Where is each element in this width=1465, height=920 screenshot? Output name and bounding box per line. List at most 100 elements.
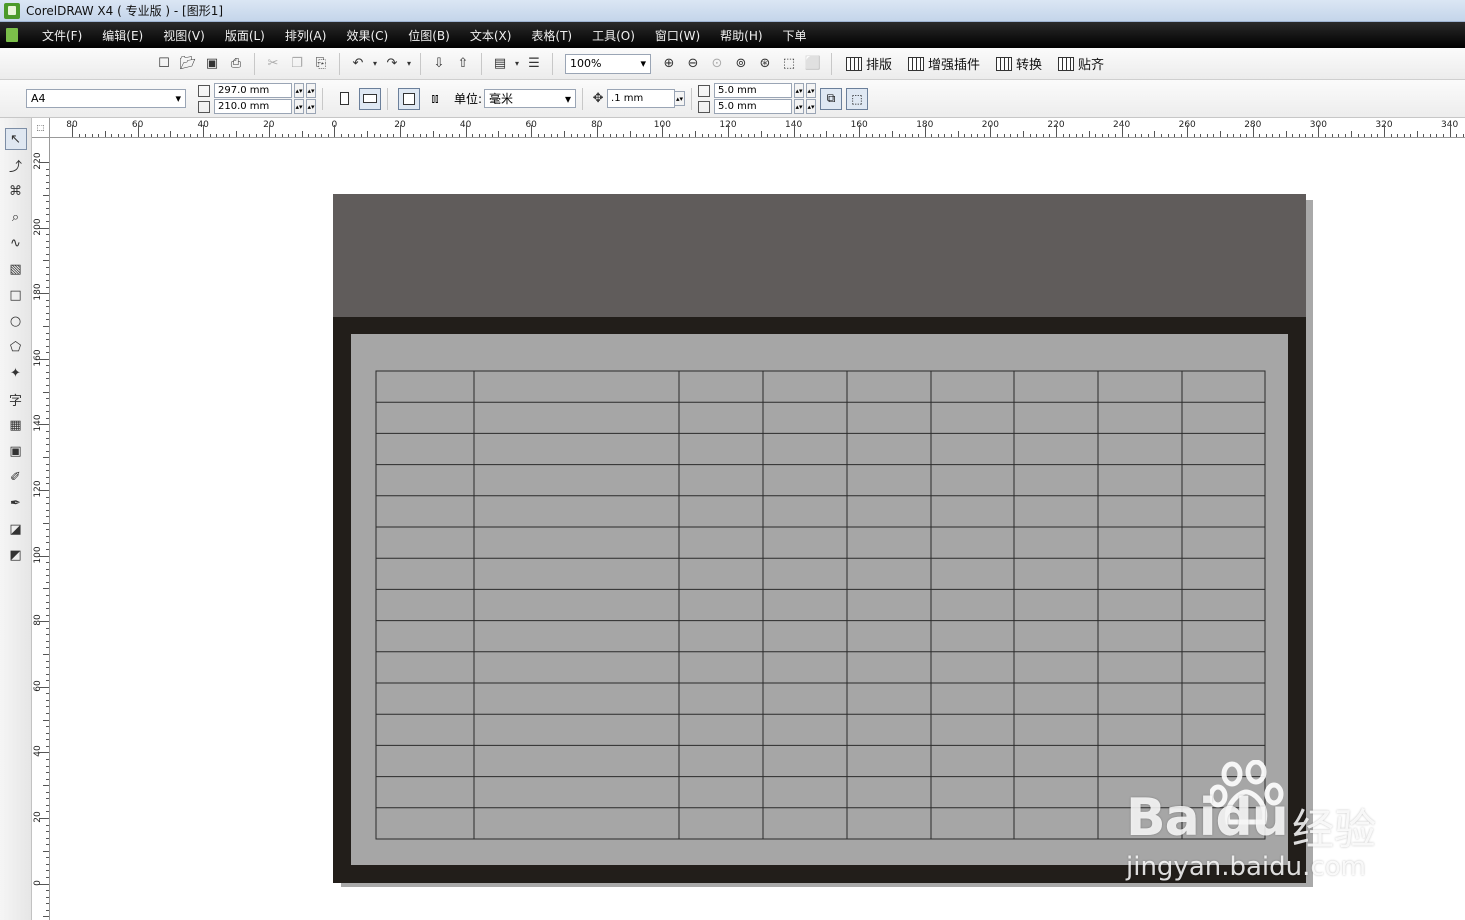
drawing-canvas[interactable] <box>51 139 1465 920</box>
page-height-field[interactable]: 210.0 mm <box>214 99 292 114</box>
nudge-spinner-icon[interactable]: ▴▾ <box>675 91 686 106</box>
outline-tool-icon[interactable]: ✒ <box>5 492 27 514</box>
layout-button[interactable]: 排版 <box>838 52 900 76</box>
smart-fill-tool-icon[interactable]: ▧ <box>5 258 27 280</box>
height-lock-icon[interactable]: ▴▾ <box>306 99 316 114</box>
ellipse-tool-icon[interactable]: ○ <box>5 310 27 332</box>
object-bbox-button[interactable]: ⬚ <box>846 87 869 110</box>
redo-icon[interactable]: ↷ <box>380 52 404 76</box>
menu-arrange[interactable]: 排列(A) <box>275 27 337 44</box>
vertical-ruler[interactable]: 220 200 180 160 140 120 100 80 60 40 20 0 <box>32 138 50 920</box>
new-document-icon[interactable]: ☐ <box>152 52 176 76</box>
ruler-tick <box>1010 134 1012 137</box>
table-grid[interactable] <box>375 370 1266 840</box>
menu-view[interactable]: 视图(V) <box>153 27 215 44</box>
menu-text[interactable]: 文本(X) <box>460 27 522 44</box>
landscape-button[interactable] <box>359 87 381 110</box>
print-icon[interactable]: ⎙ <box>224 52 248 76</box>
zoom-selected-icon[interactable]: ⊙ <box>705 52 729 76</box>
width-spinner-icon[interactable]: ▴▾ <box>294 83 304 98</box>
undo-dropdown-icon[interactable]: ▾ <box>370 59 380 68</box>
ruler-tick <box>43 391 49 393</box>
enhance-plugin-button[interactable]: 增强插件 <box>900 52 988 76</box>
zoom-level-select[interactable]: 100% ▾ <box>565 53 651 74</box>
ruler-tick <box>275 134 277 137</box>
interactive-fill-tool-icon[interactable]: ◩ <box>5 544 27 566</box>
rectangle-tool-icon[interactable]: □ <box>5 284 27 306</box>
toolbar-separator <box>582 87 584 110</box>
width-lock-icon[interactable]: ▴▾ <box>306 83 316 98</box>
ruler-tick <box>465 125 467 137</box>
menu-window[interactable]: 窗口(W) <box>645 27 710 44</box>
paper-size-select[interactable]: A4 ▾ <box>26 89 186 108</box>
convert-button[interactable]: 转换 <box>988 52 1050 76</box>
fill-tool-icon[interactable]: ◪ <box>5 518 27 540</box>
menu-order[interactable]: 下单 <box>773 27 817 44</box>
duplicate-x-spinner-icon[interactable]: ▴▾ <box>794 83 805 98</box>
duplicate-y-field[interactable]: 5.0 mm <box>714 99 793 114</box>
ruler-tick <box>46 772 49 774</box>
page-width-field[interactable]: 297.0 mm <box>214 83 292 98</box>
duplicate-x-field[interactable]: 5.0 mm <box>714 83 793 98</box>
portrait-button[interactable] <box>333 88 355 110</box>
open-folder-icon[interactable]: 📂︎ <box>176 52 200 76</box>
eyedropper-tool-icon[interactable]: ✐ <box>5 466 27 488</box>
ruler-tick <box>1265 134 1267 137</box>
snap-button[interactable]: 贴齐 <box>1050 52 1112 76</box>
zoom-all-objects-icon[interactable]: ⊚ <box>729 52 753 76</box>
application-launcher-icon[interactable]: ▤ <box>488 52 512 76</box>
zoom-page-height-icon[interactable]: ⬜ <box>801 52 825 76</box>
ruler-tick <box>222 134 224 137</box>
zoom-tool-icon[interactable]: ⌕ <box>5 206 27 228</box>
welcome-screen-icon[interactable]: ☰ <box>522 52 546 76</box>
ruler-tick <box>46 266 49 268</box>
text-tool-icon[interactable]: 字 <box>5 388 27 410</box>
ruler-tick <box>46 739 49 741</box>
undo-icon[interactable]: ↶ <box>346 52 370 76</box>
zoom-page-width-icon[interactable]: ⬚ <box>777 52 801 76</box>
launcher-dropdown-icon[interactable]: ▾ <box>512 59 522 68</box>
duplicate-x-lock-icon[interactable]: ▴▾ <box>806 83 817 98</box>
treat-as-filled-button[interactable]: ⧉ <box>820 87 843 110</box>
freehand-tool-icon[interactable]: ∿ <box>5 232 27 254</box>
ruler-tick <box>426 134 428 137</box>
paste-icon[interactable]: ⎘ <box>309 52 333 76</box>
current-page-button[interactable]: ⫾⫾ <box>424 88 446 110</box>
polygon-tool-icon[interactable]: ⬠ <box>5 336 27 358</box>
header-rectangle[interactable] <box>333 194 1306 317</box>
menu-bitmaps[interactable]: 位图(B) <box>398 27 460 44</box>
duplicate-y-spinner-icon[interactable]: ▴▾ <box>794 99 805 114</box>
save-icon[interactable]: ▣ <box>200 52 224 76</box>
zoom-out-icon[interactable]: ⊖ <box>681 52 705 76</box>
ruler-tick <box>46 253 49 255</box>
horizontal-ruler[interactable]: 8060402002040608010012014016018020022024… <box>50 118 1465 138</box>
interactive-blend-tool-icon[interactable]: ▣ <box>5 440 27 462</box>
redo-dropdown-icon[interactable]: ▾ <box>404 59 414 68</box>
pick-tool-icon[interactable]: ↖ <box>4 128 27 150</box>
menu-table[interactable]: 表格(T) <box>521 27 582 44</box>
ruler-origin-icon[interactable]: ⬚ <box>32 118 50 138</box>
menu-effects[interactable]: 效果(C) <box>336 27 398 44</box>
menu-layout[interactable]: 版面(L) <box>215 27 275 44</box>
shape-tool-icon[interactable]: ⤴ <box>5 154 27 176</box>
zoom-page-icon[interactable]: ⊛ <box>753 52 777 76</box>
import-icon[interactable]: ⇩ <box>427 52 451 76</box>
basic-shapes-tool-icon[interactable]: ✦ <box>5 362 27 384</box>
cut-icon[interactable]: ✂ <box>261 52 285 76</box>
menu-tools[interactable]: 工具(O) <box>582 27 645 44</box>
crop-tool-icon[interactable]: ⌘ <box>5 180 27 202</box>
menu-help[interactable]: 帮助(H) <box>710 27 772 44</box>
zoom-in-icon[interactable]: ⊕ <box>657 52 681 76</box>
all-pages-button[interactable] <box>398 87 420 110</box>
nudge-distance-field[interactable]: .1 mm <box>607 89 676 108</box>
export-icon[interactable]: ⇧ <box>451 52 475 76</box>
copy-icon[interactable]: ❐ <box>285 52 309 76</box>
duplicate-y-lock-icon[interactable]: ▴▾ <box>806 99 817 114</box>
menu-file[interactable]: 文件(F) <box>32 27 92 44</box>
height-spinner-icon[interactable]: ▴▾ <box>294 99 304 114</box>
menu-edit[interactable]: 编辑(E) <box>92 27 153 44</box>
document-icon[interactable] <box>6 28 18 42</box>
unit-select[interactable]: 毫米 ▾ <box>484 89 577 108</box>
table-tool-icon[interactable]: ▦ <box>5 414 27 436</box>
ruler-tick <box>1357 134 1359 137</box>
